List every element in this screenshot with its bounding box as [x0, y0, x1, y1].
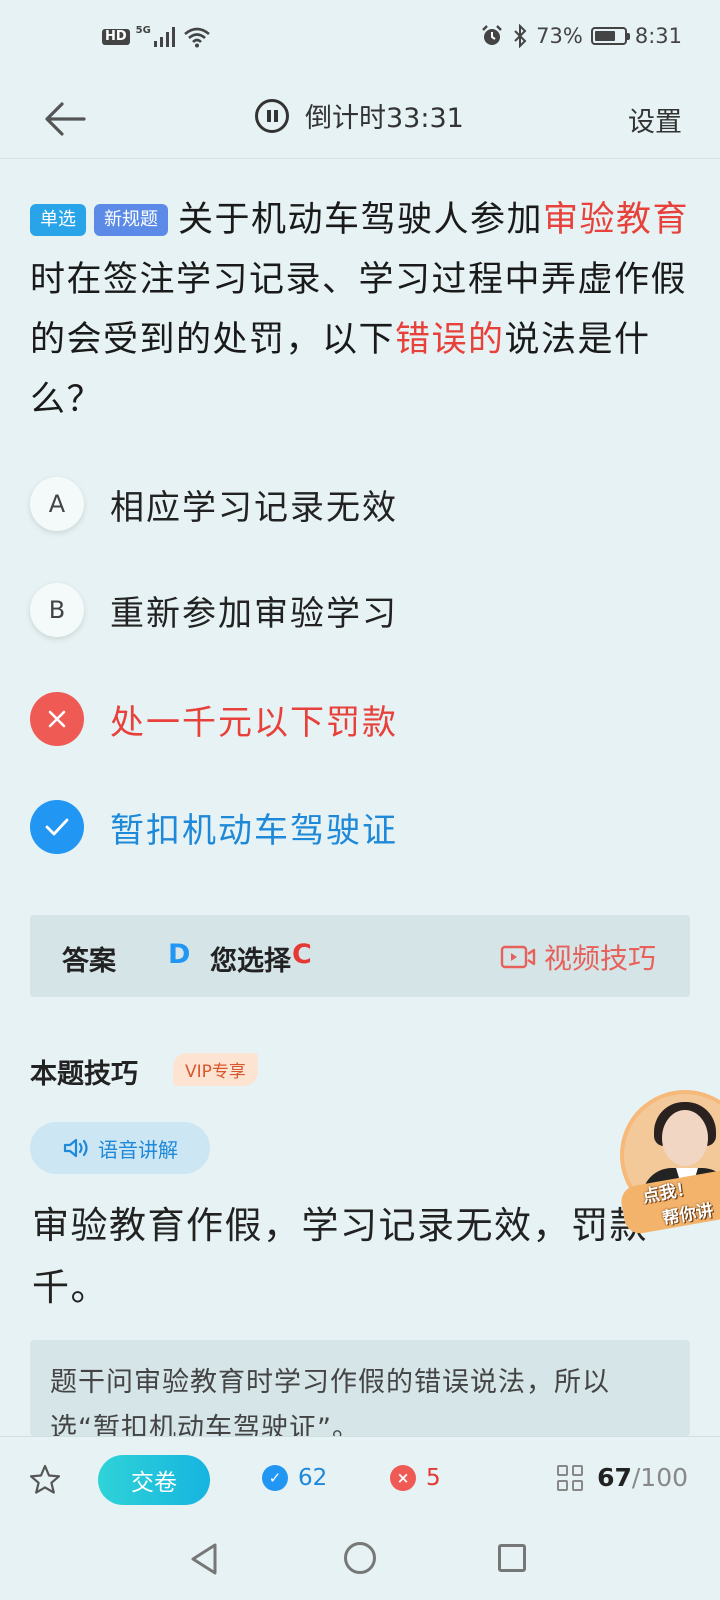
option-letter: A — [30, 477, 84, 531]
status-left: HD 5G — [102, 24, 211, 48]
nav-divider — [0, 158, 720, 159]
top-nav: 倒计时33:31 设置 — [0, 80, 720, 160]
countdown-timer: 倒计时33:31 — [255, 96, 464, 135]
option-text: 重新参加审验学习 — [110, 593, 398, 634]
explanation-text: 题干问审验教育时学习作假的错误说法，所以选“暂扣机动车驾驶证”。 — [50, 1367, 610, 1436]
status-right: 73% 8:31 — [480, 24, 682, 48]
battery-percent: 73% — [536, 24, 583, 48]
correct-count[interactable]: ✓ 62 — [262, 1465, 327, 1491]
current-question: 67 — [597, 1463, 632, 1492]
tips-title: 本题技巧 — [30, 1059, 138, 1090]
back-button[interactable] — [40, 94, 90, 144]
question-segment: 关于机动车驾驶人参加 — [178, 200, 544, 240]
question-highlight: 审验教育 — [543, 200, 690, 240]
arrow-left-icon — [45, 102, 86, 136]
option-letter: B — [30, 583, 84, 637]
bottom-bar: 交卷 ✓ 62 × 5 67/100 — [0, 1436, 720, 1525]
network-type-label: 5G — [135, 24, 151, 36]
option-b[interactable]: B 重新参加审验学习 — [30, 583, 398, 637]
check-circle-icon: ✓ — [262, 1465, 288, 1491]
video-tip-label: 视频技巧 — [543, 942, 656, 975]
correct-count-value: 62 — [298, 1465, 328, 1491]
answer-label: 答案 — [62, 946, 116, 977]
new-rule-tag: 新规题 — [94, 204, 168, 236]
star-icon — [29, 1464, 61, 1494]
wrong-mark-icon — [30, 692, 84, 746]
system-nav-bar — [0, 1524, 720, 1600]
grid-icon — [557, 1464, 584, 1491]
voice-label: 语音讲解 — [98, 1137, 178, 1162]
option-text: 相应学习记录无效 — [110, 487, 398, 528]
question-stem: 单选 新规题 关于机动车驾驶人参加审验教育时在签注学习记录、学习过程中弄虚作假的会受… — [30, 190, 690, 430]
hd-icon: HD — [102, 29, 130, 45]
option-a[interactable]: A 相应学习记录无效 — [30, 477, 398, 531]
option-c[interactable]: 处一千元以下罚款 — [30, 692, 398, 746]
tip-text: 审验教育作假，学习记录无效，罚款一千。 — [32, 1204, 687, 1309]
x-circle-icon: × — [390, 1465, 416, 1491]
nav-recents-icon[interactable] — [498, 1544, 526, 1572]
question-highlight: 错误的 — [395, 320, 505, 360]
wifi-icon — [184, 27, 210, 48]
total-questions: /100 — [631, 1463, 688, 1492]
vip-badge: VIP专享 — [173, 1053, 258, 1086]
option-text: 处一千元以下罚款 — [110, 702, 398, 743]
speaker-icon — [63, 1138, 88, 1158]
voice-explain-button[interactable]: 语音讲解 — [30, 1122, 210, 1174]
check-mark-icon — [30, 800, 84, 854]
video-tip-button[interactable]: 视频技巧 — [500, 937, 656, 977]
chosen-label: 您选择 — [210, 946, 291, 977]
single-choice-tag: 单选 — [30, 204, 86, 236]
timer-text: 倒计时33:31 — [305, 103, 464, 134]
signal-icon — [153, 27, 175, 47]
submit-exam-button[interactable]: 交卷 — [98, 1455, 210, 1505]
alarm-icon — [482, 25, 502, 45]
nav-back-icon[interactable] — [188, 1542, 220, 1576]
clock: 8:31 — [634, 24, 682, 48]
option-d[interactable]: 暂扣机动车驾驶证 — [30, 800, 398, 854]
video-icon — [500, 945, 536, 969]
battery-icon — [590, 27, 630, 45]
question-progress-button[interactable]: 67/100 — [557, 1463, 688, 1492]
status-bar: HD 5G 73% 8:31 — [0, 0, 720, 80]
option-text: 暂扣机动车驾驶证 — [110, 810, 398, 851]
answer-panel: 答案 D 您选择 C 视频技巧 — [30, 915, 690, 997]
settings-button[interactable]: 设置 — [628, 100, 682, 139]
assistant-avatar-button[interactable]: 点我！ 帮你讲 — [618, 1090, 720, 1236]
pause-icon[interactable] — [255, 98, 289, 133]
chosen-answer: C — [292, 939, 312, 970]
correct-answer: D — [168, 939, 191, 970]
favorite-button[interactable] — [28, 1463, 62, 1497]
wrong-count[interactable]: × 5 — [390, 1465, 441, 1491]
wrong-count-value: 5 — [426, 1465, 441, 1491]
battery-level — [594, 31, 616, 41]
bluetooth-icon — [514, 24, 527, 48]
explanation-panel: 题干问审验教育时学习作假的错误说法，所以选“暂扣机动车驾驶证”。 — [30, 1340, 690, 1436]
nav-home-icon[interactable] — [344, 1542, 376, 1574]
